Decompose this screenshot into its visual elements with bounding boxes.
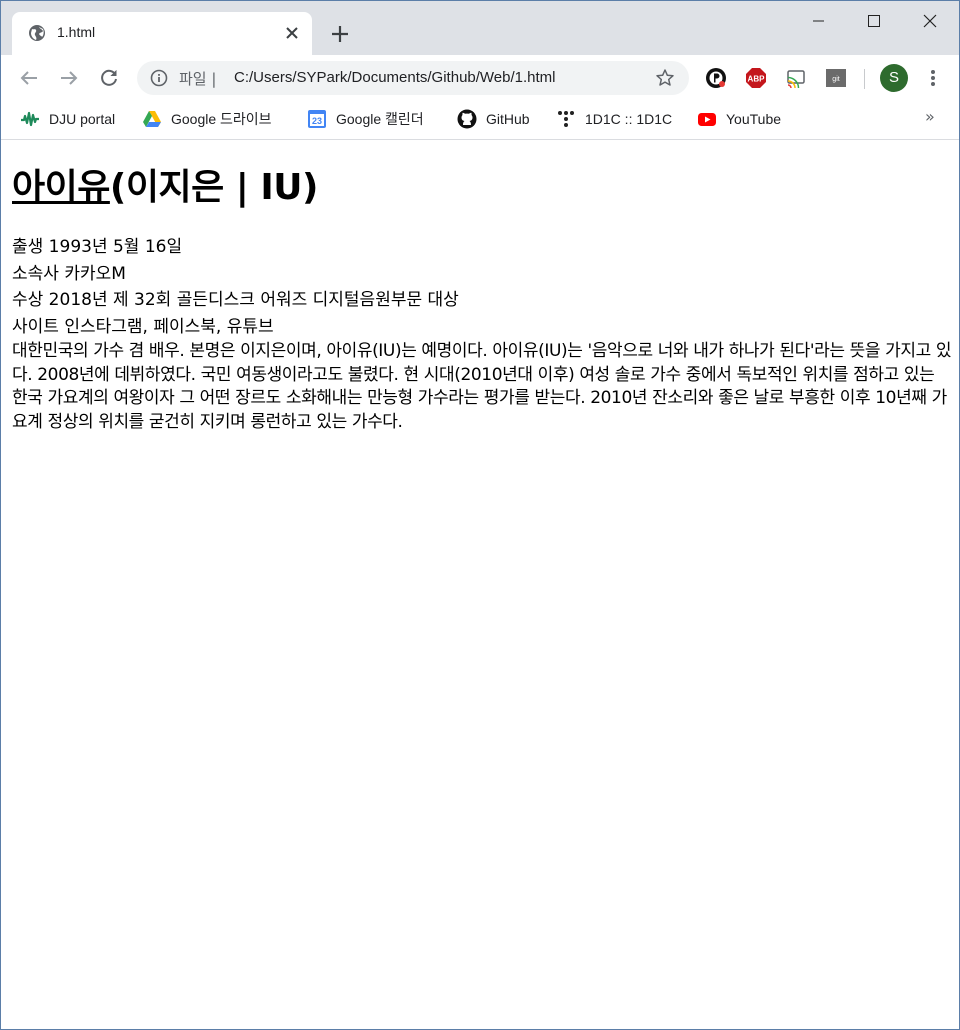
google-calendar-icon: 23 [308,110,326,128]
tab-close-icon[interactable] [282,23,302,43]
info-award: 수상 2018년 제 32회 골든디스크 어워즈 디지털음원부문 대상 [12,290,459,310]
google-drive-icon [143,111,161,127]
dju-icon [21,111,39,127]
calendar-icon-date: 23 [312,116,322,126]
browser-window: 1.html 파일 | C:/Users/SYPark/Documents/Gi… [0,0,960,1030]
abp-icon-label: ABP [748,75,766,84]
tab-title: 1.html [57,24,96,40]
url-text[interactable]: C:/Users/SYPark/Documents/Github/Web/1.h… [234,69,556,86]
forward-button[interactable] [57,66,81,90]
p-extension-icon[interactable] [705,67,727,89]
bookmark-label: YouTube [726,111,782,127]
bookmarks-bar: DJU portal Google 드라이브 23 Google 캘린더 Git… [1,101,959,140]
bookmark-label: 1D1C :: 1D1C [585,111,673,127]
info-agency: 소속사 카카오M [12,263,126,284]
bookmarks-overflow-button[interactable]: » [925,107,935,126]
new-tab-button[interactable] [327,21,353,47]
bookmark-star-icon[interactable] [655,68,675,88]
minimize-button[interactable] [795,9,841,33]
menu-dots-icon[interactable] [923,67,943,89]
maximize-button[interactable] [851,9,897,33]
github-icon [457,109,477,129]
bio-paragraph: 대한민국의 가수 겸 배우. 본명은 이지은이며, 아이유(IU)는 예명이다.… [12,341,952,432]
info-sites: 사이트 인스타그램, 페이스북, 유튜브 [12,316,274,337]
tab-active[interactable]: 1.html [12,12,312,55]
reload-button[interactable] [97,66,121,90]
bookmark-label: GitHub [486,111,530,127]
tab-strip: 1.html [1,1,959,55]
bookmark-label: Google 캘린더 [336,111,424,127]
profile-info: 출생 1993년 5월 16일 소속사 카카오M 수상 2018년 제 32회 … [12,234,952,434]
info-icon[interactable] [150,69,168,87]
address-bar[interactable]: 파일 | C:/Users/SYPark/Documents/Github/We… [137,61,689,95]
globe-icon [29,25,45,41]
profile-avatar[interactable]: S [880,64,908,92]
cast-icon[interactable] [785,67,807,89]
abp-icon[interactable]: ABP [745,67,767,89]
info-birth: 출생 1993년 5월 16일 [12,237,183,257]
dots-icon [558,111,574,127]
toolbar-divider [864,69,865,89]
bookmark-google-drive[interactable]: Google 드라이브 [142,108,272,130]
title-link[interactable]: 아이유 [12,167,110,208]
page-content: 아이유(이지은 | IU) 출생 1993년 5월 16일 소속사 카카오M 수… [1,140,959,1029]
title-subtitle: (이지은 | IU) [109,167,319,208]
url-scheme-label: 파일 | [179,70,217,88]
back-button[interactable] [17,66,41,90]
bookmark-github[interactable]: GitHub [457,108,530,130]
git-icon[interactable]: git [825,67,847,89]
bookmark-youtube[interactable]: YouTube [697,108,781,130]
bookmark-label: DJU portal [49,111,116,127]
bookmark-google-calendar[interactable]: 23 Google 캘린더 [307,108,424,130]
youtube-icon [698,113,716,126]
bookmark-label: Google 드라이브 [171,111,272,127]
bookmark-1d1c[interactable]: 1D1C :: 1D1C [556,108,672,130]
close-window-button[interactable] [907,9,953,33]
page-title: 아이유(이지은 | IU) [12,158,318,210]
browser-toolbar: 파일 | C:/Users/SYPark/Documents/Github/We… [1,55,959,101]
git-icon-label: git [832,76,839,83]
bookmark-dju-portal[interactable]: DJU portal [20,108,115,130]
